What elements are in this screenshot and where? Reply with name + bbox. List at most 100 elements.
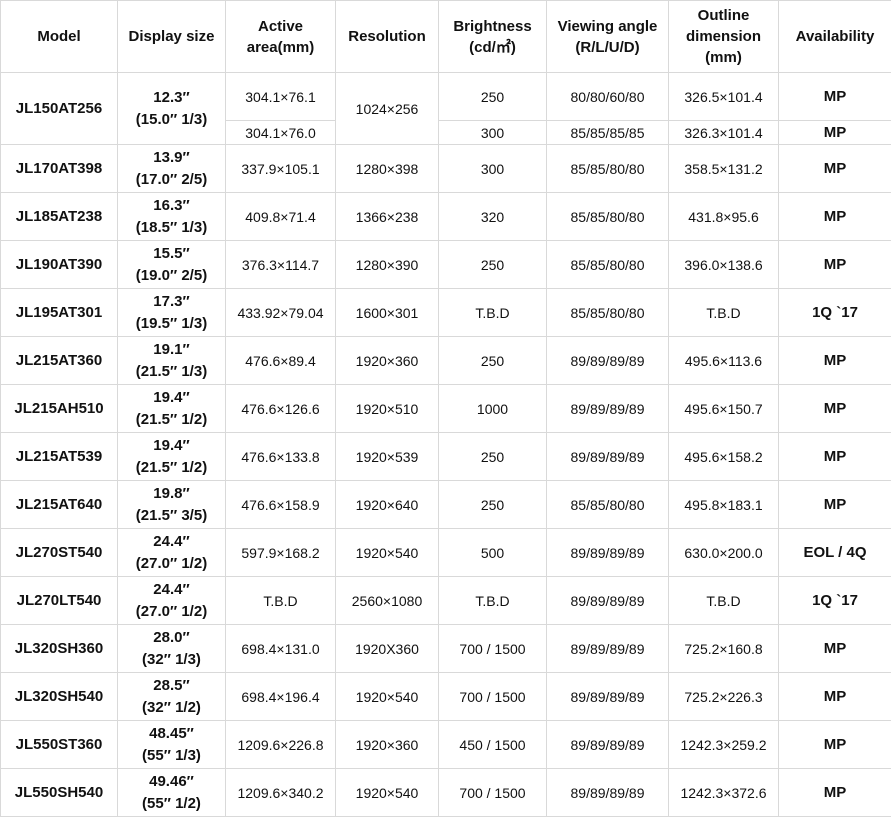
active-area-cell: 597.9×168.2: [226, 529, 336, 577]
display-size-equivalent: (27.0″ 1/2): [118, 553, 225, 575]
header-outline-line1: Outline: [669, 5, 778, 26]
table-row: JL270ST540 24.4″ (27.0″ 1/2) 597.9×168.2…: [1, 529, 891, 577]
table-row: JL215AT539 19.4″ (21.5″ 1/2) 476.6×133.8…: [1, 433, 891, 481]
display-size-diagonal: 24.4″: [118, 531, 225, 553]
display-size-cell: 12.3″ (15.0″ 1/3): [118, 73, 226, 145]
display-size-equivalent: (18.5″ 1/3): [118, 217, 225, 239]
viewing-angle-cell: 89/89/89/89: [547, 385, 669, 433]
resolution-cell: 1920×360: [336, 337, 439, 385]
resolution-cell: 1280×398: [336, 145, 439, 193]
display-size-diagonal: 12.3″: [118, 87, 225, 109]
display-size-diagonal: 48.45″: [118, 723, 225, 745]
display-size-cell: 28.0″ (32″ 1/3): [118, 625, 226, 673]
display-size-cell: 19.4″ (21.5″ 1/2): [118, 385, 226, 433]
table-row: JL170AT398 13.9″ (17.0″ 2/5) 337.9×105.1…: [1, 145, 891, 193]
brightness-cell: 250: [439, 73, 547, 121]
active-area-cell: 433.92×79.04: [226, 289, 336, 337]
brightness-cell: 700 / 1500: [439, 673, 547, 721]
table-row: JL320SH360 28.0″ (32″ 1/3) 698.4×131.0 1…: [1, 625, 891, 673]
display-size-diagonal: 49.46″: [118, 771, 225, 793]
header-brightness-line2: (cd/㎡): [439, 37, 546, 58]
active-area-cell: 698.4×131.0: [226, 625, 336, 673]
display-size-diagonal: 15.5″: [118, 243, 225, 265]
resolution-cell: 1920×540: [336, 769, 439, 817]
availability-cell: MP: [779, 121, 891, 145]
outline-dimension-cell: T.B.D: [669, 577, 779, 625]
display-size-equivalent: (21.5″ 1/3): [118, 361, 225, 383]
active-area-cell: 409.8×71.4: [226, 193, 336, 241]
resolution-cell: 1920×360: [336, 721, 439, 769]
outline-dimension-cell: 495.6×113.6: [669, 337, 779, 385]
active-area-cell: 476.6×126.6: [226, 385, 336, 433]
resolution-cell: 2560×1080: [336, 577, 439, 625]
availability-cell: MP: [779, 433, 891, 481]
model-cell: JL215AT539: [1, 433, 118, 481]
table-row: JL185AT238 16.3″ (18.5″ 1/3) 409.8×71.4 …: [1, 193, 891, 241]
header-resolution: Resolution: [336, 1, 439, 73]
resolution-cell: 1024×256: [336, 73, 439, 145]
availability-cell: MP: [779, 145, 891, 193]
model-cell: JL215AT640: [1, 481, 118, 529]
display-size-equivalent: (21.5″ 3/5): [118, 505, 225, 527]
header-model: Model: [1, 1, 118, 73]
brightness-cell: 250: [439, 433, 547, 481]
active-area-cell: T.B.D: [226, 577, 336, 625]
header-brightness: Brightness (cd/㎡): [439, 1, 547, 73]
display-size-equivalent: (27.0″ 1/2): [118, 601, 225, 623]
display-size-equivalent: (19.0″ 2/5): [118, 265, 225, 287]
model-cell: JL215AT360: [1, 337, 118, 385]
model-cell: JL150AT256: [1, 73, 118, 145]
model-cell: JL270LT540: [1, 577, 118, 625]
table-row: JL550ST360 48.45″ (55″ 1/3) 1209.6×226.8…: [1, 721, 891, 769]
table-row: JL215AT640 19.8″ (21.5″ 3/5) 476.6×158.9…: [1, 481, 891, 529]
display-size-cell: 48.45″ (55″ 1/3): [118, 721, 226, 769]
availability-cell: MP: [779, 673, 891, 721]
table-row: JL550SH540 49.46″ (55″ 1/2) 1209.6×340.2…: [1, 769, 891, 817]
display-size-equivalent: (32″ 1/2): [118, 697, 225, 719]
display-size-equivalent: (32″ 1/3): [118, 649, 225, 671]
header-active-area-line2: area(mm): [226, 37, 335, 58]
header-row: Model Display size Active area(mm) Resol…: [1, 1, 891, 73]
brightness-cell: 320: [439, 193, 547, 241]
viewing-angle-cell: 85/85/80/80: [547, 145, 669, 193]
display-size-cell: 15.5″ (19.0″ 2/5): [118, 241, 226, 289]
availability-cell: MP: [779, 193, 891, 241]
display-size-cell: 17.3″ (19.5″ 1/3): [118, 289, 226, 337]
viewing-angle-cell: 89/89/89/89: [547, 337, 669, 385]
model-cell: JL190AT390: [1, 241, 118, 289]
table-row: JL150AT256 12.3″ (15.0″ 1/3) 304.1×76.1 …: [1, 73, 891, 121]
active-area-cell: 476.6×133.8: [226, 433, 336, 481]
active-area-cell: 698.4×196.4: [226, 673, 336, 721]
brightness-cell: 450 / 1500: [439, 721, 547, 769]
display-size-diagonal: 16.3″: [118, 195, 225, 217]
outline-dimension-cell: 396.0×138.6: [669, 241, 779, 289]
availability-cell: MP: [779, 481, 891, 529]
spec-table: Model Display size Active area(mm) Resol…: [0, 0, 891, 817]
display-size-equivalent: (17.0″ 2/5): [118, 169, 225, 191]
display-size-equivalent: (15.0″ 1/3): [118, 109, 225, 131]
display-size-equivalent: (55″ 1/3): [118, 745, 225, 767]
resolution-cell: 1366×238: [336, 193, 439, 241]
outline-dimension-cell: 725.2×226.3: [669, 673, 779, 721]
viewing-angle-cell: 89/89/89/89: [547, 673, 669, 721]
active-area-cell: 476.6×89.4: [226, 337, 336, 385]
availability-cell: MP: [779, 337, 891, 385]
model-cell: JL550ST360: [1, 721, 118, 769]
outline-dimension-cell: 495.8×183.1: [669, 481, 779, 529]
display-size-diagonal: 19.4″: [118, 387, 225, 409]
viewing-angle-cell: 85/85/85/85: [547, 121, 669, 145]
display-size-diagonal: 28.0″: [118, 627, 225, 649]
display-size-equivalent: (21.5″ 1/2): [118, 409, 225, 431]
availability-cell: MP: [779, 73, 891, 121]
display-size-cell: 49.46″ (55″ 1/2): [118, 769, 226, 817]
outline-dimension-cell: 630.0×200.0: [669, 529, 779, 577]
display-size-diagonal: 19.1″: [118, 339, 225, 361]
active-area-cell: 304.1×76.1: [226, 73, 336, 121]
header-outline-line3: (mm): [669, 47, 778, 68]
model-cell: JL320SH360: [1, 625, 118, 673]
active-area-cell: 1209.6×226.8: [226, 721, 336, 769]
brightness-cell: 500: [439, 529, 547, 577]
brightness-cell: 1000: [439, 385, 547, 433]
viewing-angle-cell: 89/89/89/89: [547, 577, 669, 625]
availability-cell: EOL / 4Q: [779, 529, 891, 577]
